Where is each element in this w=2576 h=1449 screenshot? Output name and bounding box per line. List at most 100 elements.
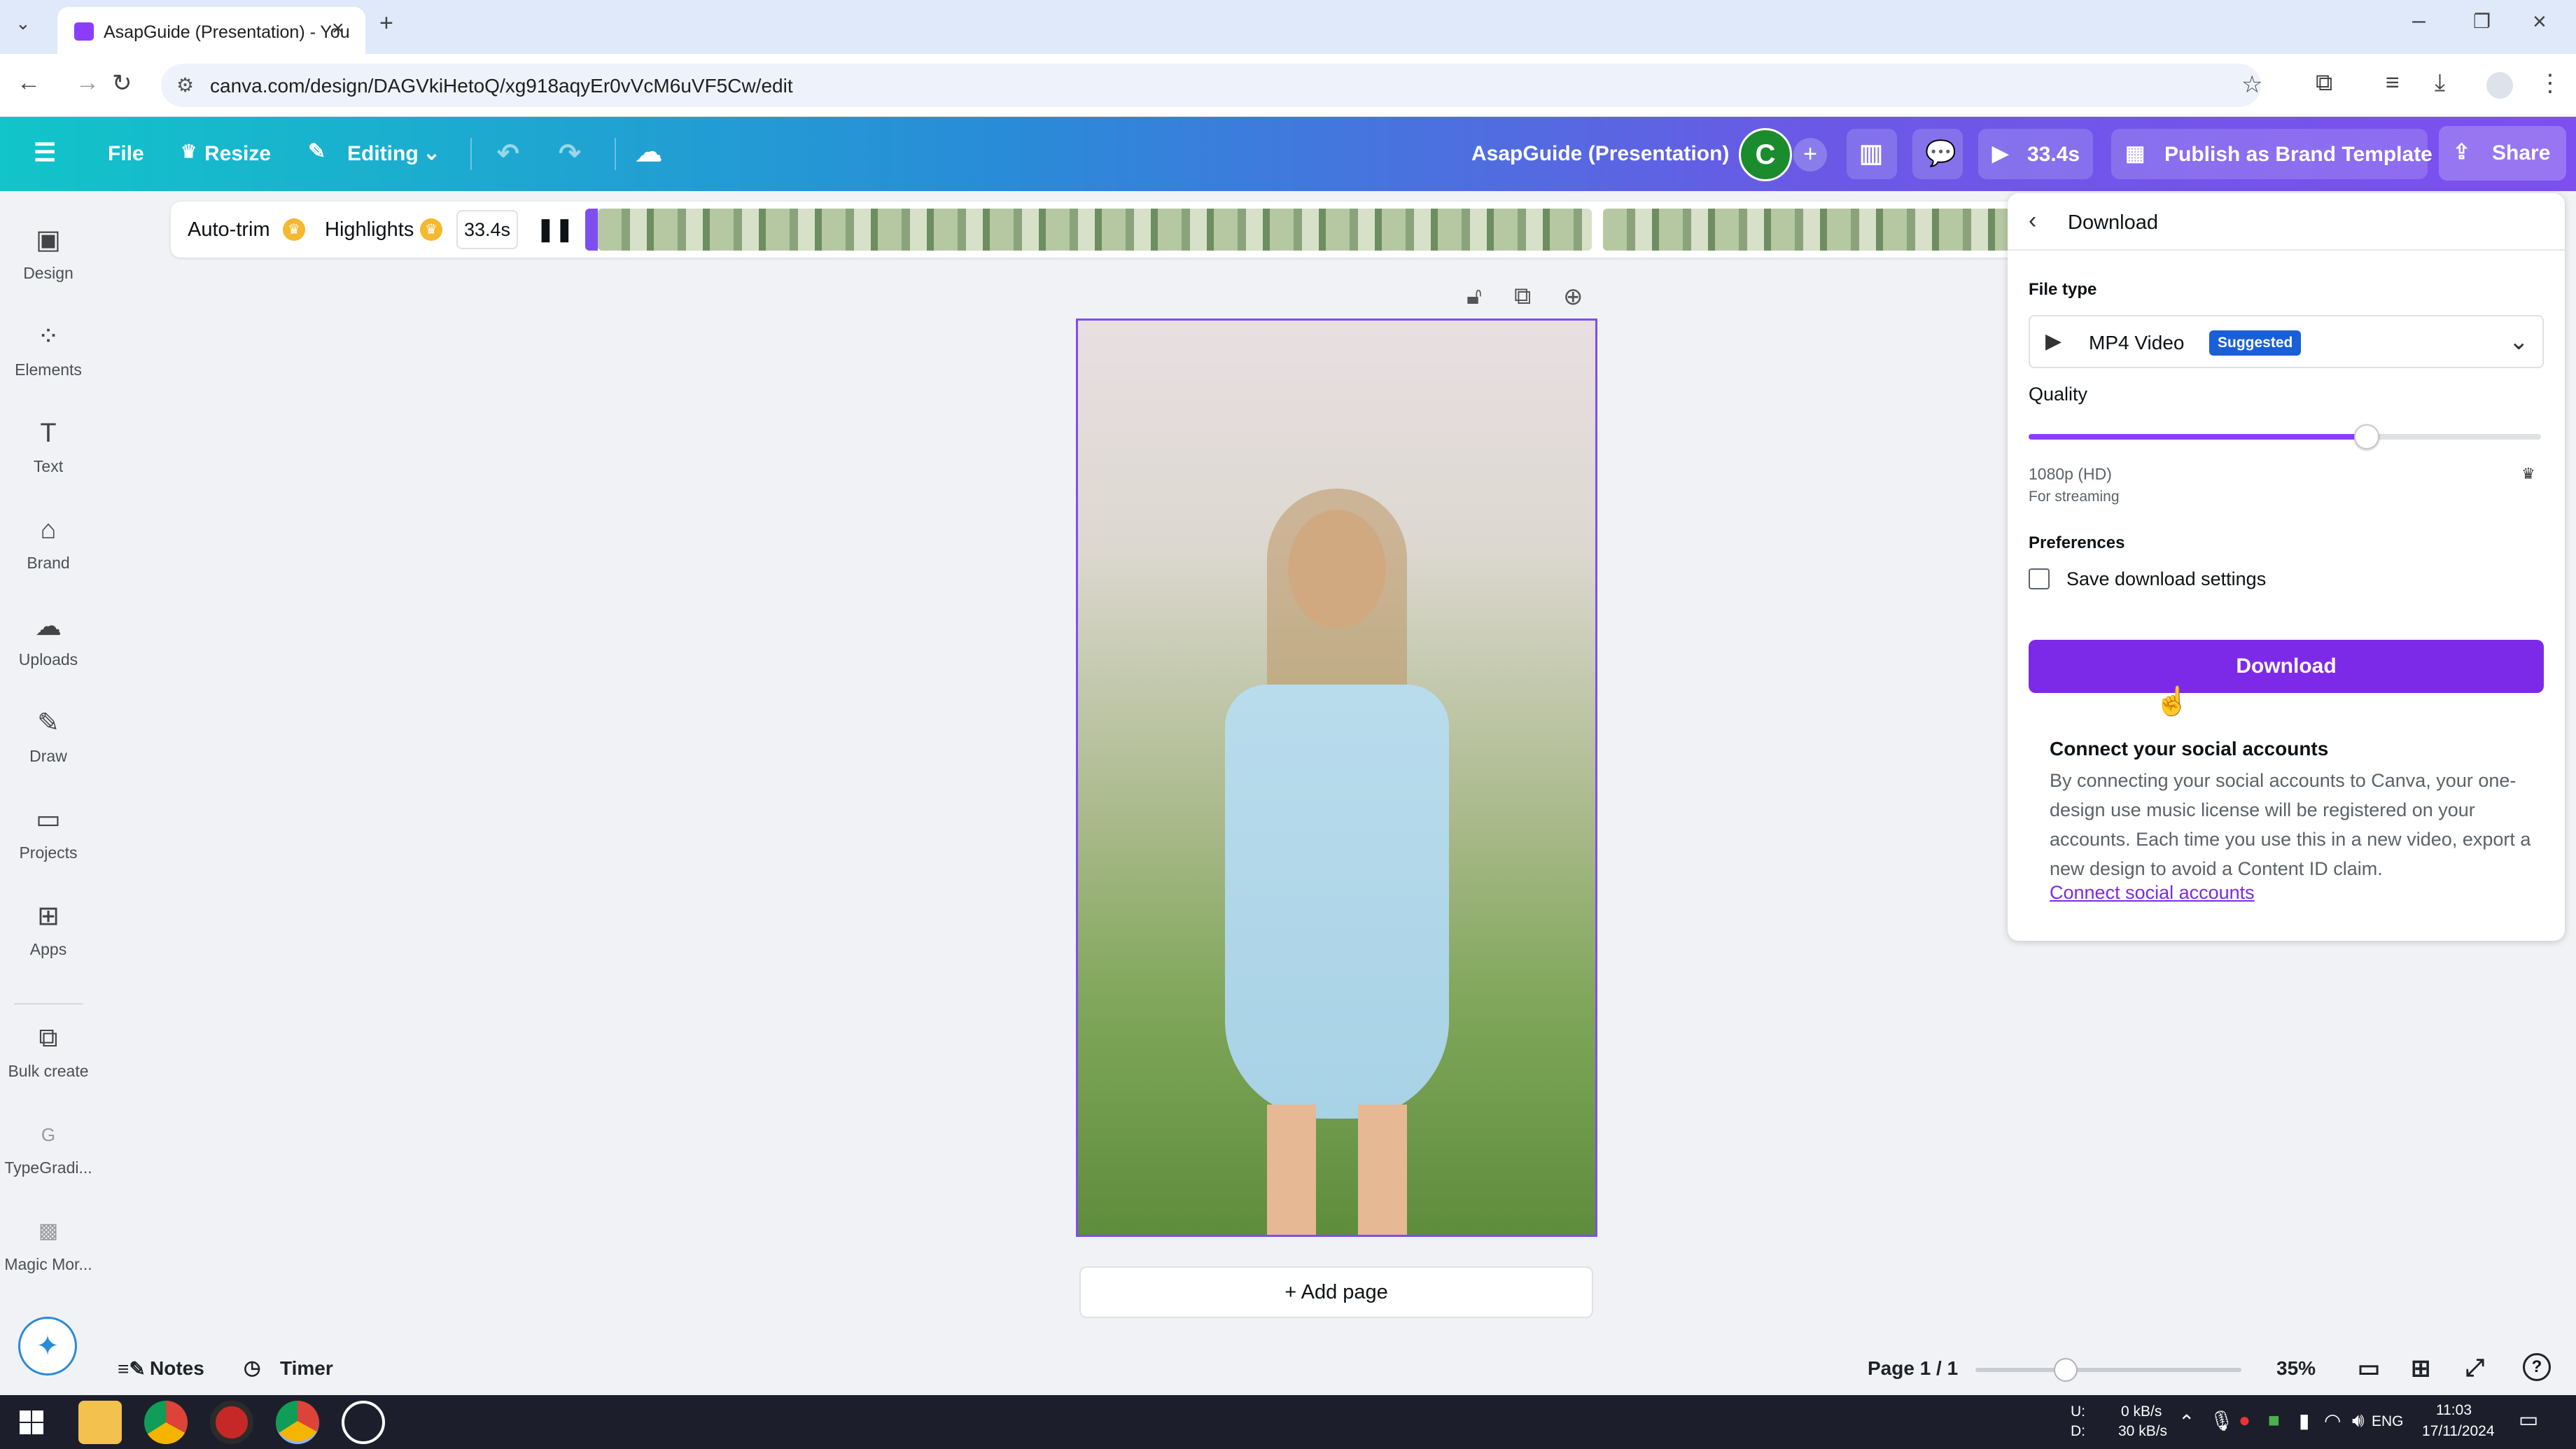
browser-tab[interactable]: AsapGuide (Presentation) - You × bbox=[57, 7, 365, 54]
clock-time[interactable]: 11:03 bbox=[2436, 1402, 2472, 1419]
restore-icon[interactable]: ❐ bbox=[2473, 10, 2491, 33]
video-clip-2[interactable] bbox=[1603, 209, 2017, 251]
clock-date[interactable]: 17/11/2024 bbox=[2422, 1423, 2495, 1440]
quality-slider[interactable] bbox=[2029, 424, 2541, 449]
add-collaborator-icon[interactable]: + bbox=[1793, 138, 1827, 172]
browser-menu-icon[interactable]: ⋮ bbox=[2538, 69, 2562, 97]
back-icon[interactable]: ← bbox=[17, 69, 41, 97]
magic-assistant-icon[interactable]: ✦ bbox=[18, 1317, 77, 1376]
back-chevron-icon[interactable]: ‹ bbox=[2029, 207, 2036, 234]
sidebar-item-typegradient[interactable]: G TypeGradi... bbox=[0, 1114, 97, 1198]
page-indicator[interactable]: Page 1 / 1 bbox=[1868, 1357, 1958, 1380]
collaborator-avatar[interactable]: C bbox=[1739, 128, 1792, 181]
insights-button[interactable]: ▥ bbox=[1847, 129, 1897, 179]
connect-social-link[interactable]: Connect social accounts bbox=[2050, 882, 2255, 904]
sidebar-item-draw[interactable]: ✎ Draw bbox=[0, 702, 97, 786]
nvidia-tray-icon[interactable]: ■ bbox=[2268, 1409, 2280, 1432]
page-view-icon[interactable]: ▭ bbox=[2358, 1354, 2380, 1382]
help-icon[interactable]: ? bbox=[2523, 1353, 2551, 1381]
editing-chevron-icon[interactable]: ⌄ bbox=[423, 141, 440, 165]
quality-slider-thumb[interactable] bbox=[2354, 424, 2380, 449]
sidebar-item-magic-morph[interactable]: ▩ Magic Mor... bbox=[0, 1210, 97, 1294]
comment-icon: 💬 bbox=[1925, 139, 1956, 167]
chrome-icon[interactable] bbox=[144, 1401, 188, 1444]
fullscreen-icon[interactable]: ⤢ bbox=[2465, 1354, 2484, 1382]
sidebar-item-text[interactable]: T Text bbox=[0, 412, 97, 496]
share-button[interactable]: ⇪ Share bbox=[2439, 126, 2566, 181]
undo-icon[interactable]: ↶ bbox=[497, 138, 519, 169]
add-page-icon[interactable]: ⊕ bbox=[1563, 283, 1583, 311]
tab-search-icon[interactable]: ⌄ bbox=[15, 13, 31, 34]
timeline-bar: Auto-trim ♛ Highlights ♛ 33.4s ❚❚ bbox=[171, 202, 2019, 258]
timer-button[interactable]: Timer bbox=[280, 1357, 333, 1380]
save-settings-label[interactable]: Save download settings bbox=[2066, 568, 2266, 590]
zoom-level[interactable]: 35% bbox=[2276, 1357, 2316, 1380]
forward-icon[interactable]: → bbox=[76, 69, 99, 97]
lock-icon[interactable]: 🔓︎ bbox=[1466, 283, 1482, 310]
sidebar-item-apps[interactable]: ⊞ Apps bbox=[0, 895, 97, 979]
file-explorer-icon[interactable] bbox=[78, 1401, 122, 1444]
sidebar-item-projects[interactable]: ▭ Projects bbox=[0, 799, 97, 883]
microphone-icon[interactable]: 🎙︎ bbox=[2209, 1409, 2234, 1432]
bookmark-star-icon[interactable]: ☆ bbox=[2241, 71, 2262, 99]
minimize-icon[interactable]: – bbox=[2412, 7, 2426, 34]
timeline-duration[interactable]: 33.4s bbox=[456, 210, 518, 249]
sidebar-item-uploads[interactable]: ☁ Uploads bbox=[0, 606, 97, 690]
download-button[interactable]: Download bbox=[2029, 640, 2544, 693]
sidebar-item-elements[interactable]: ⁘ Elements bbox=[0, 316, 97, 400]
window-close-icon[interactable]: × bbox=[2533, 8, 2547, 36]
downloads-icon[interactable]: ⤓ bbox=[2435, 69, 2445, 97]
recorder-icon[interactable] bbox=[210, 1401, 253, 1444]
zoom-slider[interactable] bbox=[1975, 1358, 2241, 1382]
net-download-label: D: bbox=[2071, 1423, 2085, 1439]
resize-button[interactable]: Resize bbox=[204, 142, 271, 166]
sidebar-item-brand[interactable]: ⌂ Brand bbox=[0, 509, 97, 593]
profile-avatar[interactable] bbox=[2486, 72, 2513, 99]
tray-chevron-icon[interactable]: ⌃ bbox=[2178, 1410, 2194, 1434]
auto-trim-button[interactable]: Auto-trim bbox=[188, 218, 270, 241]
publish-brand-template-button[interactable]: ▦ Publish as Brand Template bbox=[2111, 129, 2432, 179]
os-taskbar: U: D: 0 kB/s 30 kB/s ⌃ 🎙︎ ● ■ ▮ ◠ 🔊︎ ENG… bbox=[0, 1395, 2576, 1449]
file-type-select[interactable]: ▶︎ MP4 Video Suggested ⌄ bbox=[2029, 315, 2544, 368]
add-page-button[interactable]: + Add page bbox=[1079, 1266, 1593, 1318]
video-clip-1[interactable] bbox=[598, 209, 1592, 251]
duplicate-page-icon[interactable]: ⧉ bbox=[1514, 283, 1531, 310]
notes-button[interactable]: Notes bbox=[150, 1357, 204, 1380]
language-indicator[interactable]: ENG bbox=[2372, 1413, 2404, 1430]
document-title[interactable]: AsapGuide (Presentation) bbox=[1471, 142, 1729, 166]
redo-icon[interactable]: ↷ bbox=[559, 138, 581, 169]
omnibox[interactable]: ⚙ canva.com/design/DAGVkiHetoQ/xg918aqyE… bbox=[161, 64, 2262, 107]
comments-button[interactable]: 💬 bbox=[1912, 129, 1963, 179]
battery-icon[interactable]: ▮ bbox=[2299, 1409, 2309, 1432]
save-settings-checkbox[interactable] bbox=[2029, 568, 2050, 589]
grid-view-icon[interactable]: ⊞ bbox=[2411, 1354, 2431, 1382]
clock-app-icon[interactable] bbox=[342, 1401, 385, 1444]
timer-icon[interactable]: ◷ bbox=[244, 1356, 260, 1379]
notification-icon[interactable]: ▭ bbox=[2519, 1408, 2538, 1432]
record-tray-icon[interactable]: ● bbox=[2239, 1409, 2250, 1432]
zoom-slider-thumb[interactable] bbox=[2054, 1358, 2078, 1382]
wifi-icon[interactable]: ◠ bbox=[2324, 1409, 2341, 1432]
tab-close-icon[interactable]: × bbox=[332, 17, 344, 41]
sidebar-item-design[interactable]: ▣ Design bbox=[0, 219, 97, 303]
new-tab-icon[interactable]: + bbox=[379, 10, 393, 37]
file-menu[interactable]: File bbox=[108, 142, 144, 166]
reload-icon[interactable]: ↻ bbox=[112, 69, 132, 97]
present-button[interactable]: ▶ 33.4s bbox=[1978, 129, 2093, 179]
extensions-icon[interactable]: ⧉ bbox=[2316, 69, 2332, 97]
design-page[interactable] bbox=[1076, 318, 1597, 1237]
highlights-button[interactable]: Highlights bbox=[325, 218, 414, 241]
main-menu-icon[interactable]: ☰ bbox=[34, 138, 56, 167]
clip-handle[interactable] bbox=[585, 209, 598, 251]
media-icon[interactable]: ≡ bbox=[2386, 69, 2400, 97]
notes-icon[interactable]: ≡✎ bbox=[118, 1357, 146, 1380]
site-info-icon[interactable]: ⚙ bbox=[176, 74, 194, 97]
sidebar-item-bulk-create[interactable]: ⧉ Bulk create bbox=[0, 1017, 97, 1101]
cloud-saved-icon[interactable]: ☁ bbox=[636, 136, 662, 168]
volume-icon[interactable]: 🔊︎ bbox=[2352, 1409, 2365, 1432]
pause-icon[interactable]: ❚❚ bbox=[536, 216, 574, 242]
magic-morph-icon: ▩ bbox=[38, 1219, 59, 1242]
chrome-active-icon[interactable] bbox=[276, 1401, 319, 1444]
editing-mode-dropdown[interactable]: Editing bbox=[347, 142, 419, 166]
windows-start-icon[interactable] bbox=[20, 1410, 43, 1434]
